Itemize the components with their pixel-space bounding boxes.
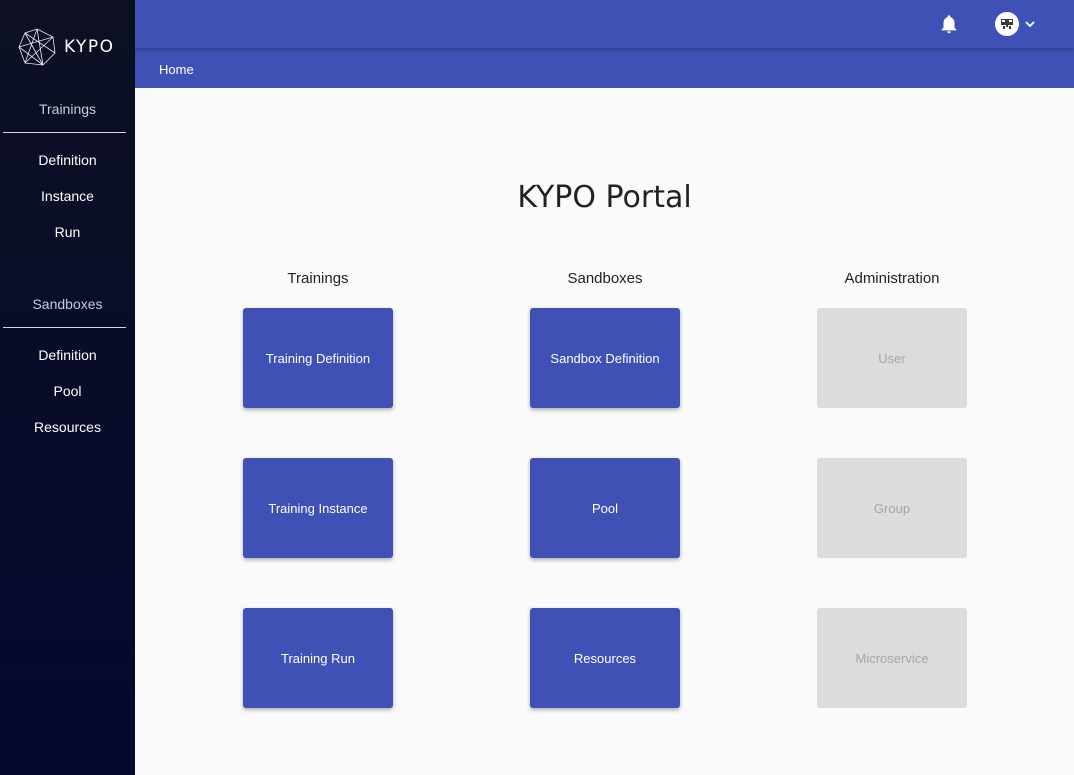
sidebar-item-training-run[interactable]: Run bbox=[0, 217, 135, 253]
pool-button[interactable]: Pool bbox=[530, 458, 680, 558]
chevron-down-icon bbox=[1025, 21, 1035, 28]
sandbox-definition-button[interactable]: Sandbox Definition bbox=[530, 308, 680, 408]
administration-column: Administration User Group Microservice bbox=[817, 268, 967, 708]
column-title: Administration bbox=[844, 270, 940, 287]
breadcrumb-home[interactable]: Home bbox=[159, 62, 194, 77]
microservice-button: Microservice bbox=[817, 608, 967, 708]
sidebar: KYPO Trainings Definition Instance Run S… bbox=[0, 0, 135, 775]
user-menu[interactable] bbox=[995, 12, 1036, 36]
logo-text: KYPO bbox=[64, 37, 115, 57]
sandboxes-column: Sandboxes Sandbox Definition Pool Resour… bbox=[530, 268, 680, 708]
sidebar-item-pool[interactable]: Pool bbox=[0, 376, 135, 412]
kypo-logo-icon bbox=[18, 28, 56, 66]
sidebar-item-training-instance[interactable]: Instance bbox=[0, 181, 135, 217]
sidebar-item-resources[interactable]: Resources bbox=[0, 412, 135, 448]
sidebar-group-title: Sandboxes bbox=[32, 296, 103, 312]
sidebar-group-title: Trainings bbox=[38, 101, 97, 117]
bell-icon[interactable] bbox=[938, 13, 960, 35]
sidebar-item-sandbox-definition[interactable]: Definition bbox=[0, 340, 135, 376]
logo[interactable]: KYPO bbox=[0, 0, 135, 94]
training-run-button[interactable]: Training Run bbox=[243, 608, 393, 708]
resources-button[interactable]: Resources bbox=[530, 608, 680, 708]
column-title: Sandboxes bbox=[567, 270, 643, 287]
training-definition-button[interactable]: Training Definition bbox=[243, 308, 393, 408]
top-toolbar bbox=[135, 0, 1074, 48]
training-instance-button[interactable]: Training Instance bbox=[243, 458, 393, 558]
sidebar-group-trainings: Trainings Definition Instance Run bbox=[0, 94, 135, 253]
avatar bbox=[995, 12, 1019, 36]
page-title: KYPO Portal bbox=[517, 180, 692, 215]
column-title: Trainings bbox=[287, 270, 349, 287]
sidebar-group-sandboxes: Sandboxes Definition Pool Resources bbox=[0, 289, 135, 448]
breadcrumb: Home bbox=[135, 48, 1074, 88]
group-button: Group bbox=[817, 458, 967, 558]
sidebar-item-training-definition[interactable]: Definition bbox=[0, 145, 135, 181]
user-button: User bbox=[817, 308, 967, 408]
trainings-column: Trainings Training Definition Training I… bbox=[243, 268, 393, 708]
